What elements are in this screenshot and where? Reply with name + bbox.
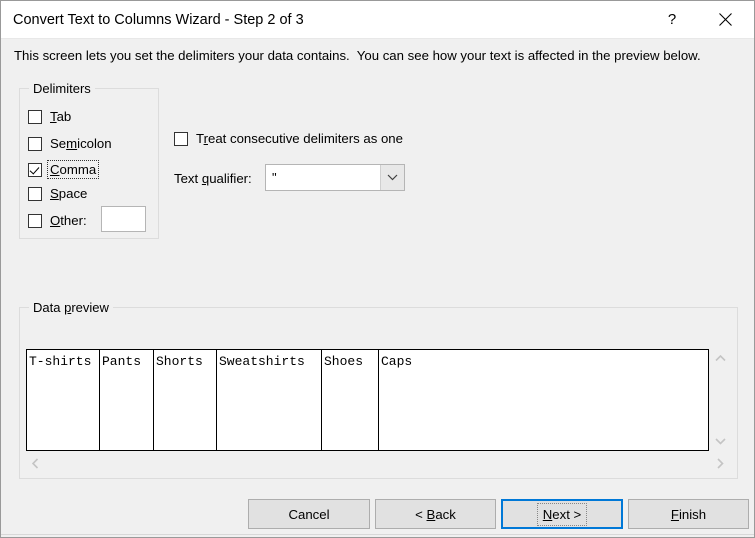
scroll-left-icon[interactable] [26,454,45,473]
question-mark-icon: ? [667,11,677,28]
other-delimiter-input[interactable] [101,206,146,232]
preview-vertical-scrollbar[interactable] [711,349,730,451]
checkbox-comma-label: Comma [46,160,100,179]
next-button[interactable]: Next > [501,499,623,529]
finish-button[interactable]: Finish [628,499,749,529]
preview-column[interactable]: Shorts [154,350,217,450]
preview-horizontal-scrollbar[interactable] [26,453,730,474]
checkbox-semicolon-box[interactable] [28,136,42,151]
preview-column-header: T-shirts [29,354,92,369]
convert-text-to-columns-wizard-dialog: Convert Text to Columns Wizard - Step 2 … [0,0,755,538]
preview-column-header: Caps [381,354,413,369]
checkbox-comma-box[interactable] [28,162,42,177]
help-button[interactable]: ? [649,1,695,38]
back-button-label: < Back [415,506,456,522]
preview-column-header: Pants [102,354,142,369]
checkbox-tab-label: Tab [50,109,72,124]
preview-column[interactable]: Shoes [322,350,379,450]
checkbox-space-box[interactable] [28,186,42,201]
next-button-label: Next > [536,502,588,526]
checkbox-space[interactable]: Space [28,185,87,202]
bottom-divider [1,534,754,535]
checkbox-tab[interactable]: Tab [28,108,71,125]
window-title: Convert Text to Columns Wizard - Step 2 … [13,12,304,28]
checkbox-other-box[interactable] [28,213,42,228]
preview-column[interactable]: Caps [379,350,708,450]
checkbox-treat-consecutive-delimiters[interactable]: Treat consecutive delimiters as one [174,130,403,147]
checkbox-other[interactable]: Other: [28,212,87,229]
finish-button-label: Finish [670,506,707,522]
title-bar: Convert Text to Columns Wizard - Step 2 … [1,1,754,39]
back-button[interactable]: < Back [375,499,496,529]
data-preview-table: T-shirts Pants Shorts Sweatshirts Shoes Caps [27,350,708,450]
preview-column-header: Sweatshirts [219,354,305,369]
checkbox-other-label: Other: [50,213,87,228]
checkbox-semicolon-label: Semicolon [50,136,112,151]
checkbox-semicolon[interactable]: Semicolon [28,135,112,152]
cancel-button-label: Cancel [288,506,330,522]
cancel-button[interactable]: Cancel [248,499,370,529]
checkbox-space-label: Space [50,186,88,201]
text-qualifier-value: " [272,170,277,185]
preview-column[interactable]: Pants [100,350,154,450]
checkbox-tab-box[interactable] [28,109,42,124]
scroll-right-icon[interactable] [711,454,730,473]
data-preview-pane[interactable]: T-shirts Pants Shorts Sweatshirts Shoes Caps [26,349,709,451]
preview-column-header: Shoes [324,354,364,369]
checkbox-treat-consecutive-box[interactable] [174,131,188,146]
scroll-down-icon[interactable] [711,432,730,451]
preview-column-header: Shorts [156,354,203,369]
delimiters-legend: Delimiters [29,81,95,96]
preview-column[interactable]: Sweatshirts [217,350,322,450]
close-icon [718,13,732,26]
text-qualifier-label: Text qualifier: [174,171,252,186]
data-preview-legend: Data preview [29,300,113,315]
checkbox-treat-consecutive-label: Treat consecutive delimiters as one [196,131,403,146]
preview-column[interactable]: T-shirts [27,350,100,450]
text-qualifier-combobox[interactable]: " [265,164,405,191]
instruction-text: This screen lets you set the delimiters … [14,48,701,63]
close-button[interactable] [701,1,749,38]
scroll-up-icon[interactable] [711,349,730,368]
checkbox-comma[interactable]: Comma [28,160,100,179]
chevron-down-icon[interactable] [380,165,404,190]
